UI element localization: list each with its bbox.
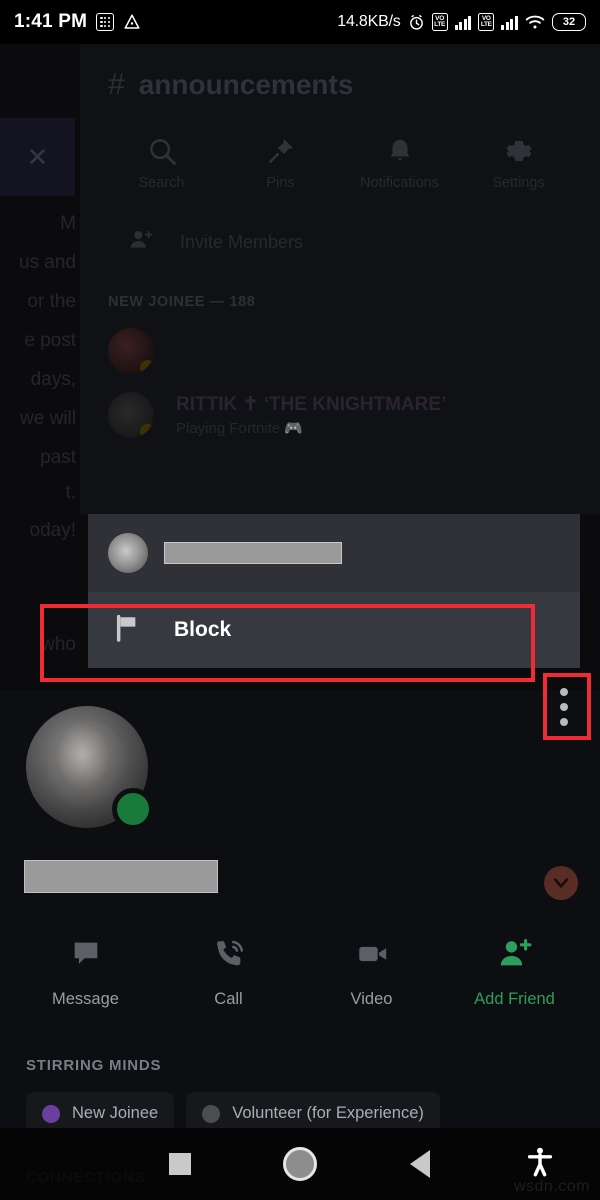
member-text: RITTIK ✝ ‘THE KNIGHTMARE’ Playing Fortni…	[176, 393, 446, 437]
channel-action-label: Settings	[492, 175, 545, 191]
pin-icon	[266, 136, 296, 166]
signal-bars-2	[501, 14, 518, 30]
signal-bars-1	[454, 14, 472, 30]
triangle-back-icon	[410, 1150, 430, 1178]
close-icon[interactable]: ✕	[27, 144, 49, 170]
role-color-dot	[42, 1104, 60, 1123]
badge-icon	[140, 360, 154, 374]
video-icon	[355, 937, 389, 976]
phone-screen: 1:41 PM 14.8KB/s VO LTE VO LTE 32 ✕ M us…	[0, 0, 600, 1200]
member-list-item[interactable]: RITTIK ✝ ‘THE KNIGHTMARE’ Playing Fortni…	[80, 392, 600, 438]
circle-icon	[283, 1147, 317, 1181]
add-person-icon	[128, 227, 154, 258]
avatar	[108, 533, 148, 573]
chevron-down-icon[interactable]	[544, 866, 578, 900]
profile-action-label: Message	[52, 990, 119, 1008]
status-bar: 1:41 PM 14.8KB/s VO LTE VO LTE 32	[0, 0, 600, 44]
watermark: wsdn.com	[513, 1178, 590, 1195]
avatar	[108, 392, 154, 438]
background-text-block-3: who	[41, 634, 76, 655]
user-profile-sheet: Message Call Video Add Friend STIRRING M…	[0, 690, 600, 1200]
context-menu-item-block[interactable]: Block	[88, 592, 580, 668]
battery-indicator: 32	[552, 13, 586, 31]
roles-section-header: STIRRING MINDS	[26, 1057, 162, 1074]
background-text-block-2: t. oday!	[29, 482, 76, 541]
members-section-header: NEW JOINEE — 188	[108, 294, 256, 310]
channel-name: announcements	[138, 69, 354, 100]
nav-accessibility-button[interactable]	[480, 1147, 600, 1182]
channel-header: # announcements	[80, 44, 600, 102]
member-subtitle: Playing Fortnite 🎮	[176, 420, 304, 437]
nav-home-button[interactable]	[240, 1147, 360, 1181]
status-bar-right: 14.8KB/s VO LTE VO LTE 32	[337, 13, 586, 31]
channel-drawer: # announcements Search Pins Notification…	[80, 44, 600, 514]
triangle-icon	[123, 13, 141, 31]
background-text-block: Mus and or the e post days, we will past	[18, 213, 76, 468]
status-badge	[112, 788, 154, 830]
gear-icon	[504, 136, 534, 166]
role-label: Volunteer (for Experience)	[232, 1104, 424, 1122]
member-name: RITTIK ✝ ‘THE KNIGHTMARE’	[176, 394, 447, 415]
username-redacted	[164, 542, 342, 564]
nav-back-button[interactable]	[360, 1150, 480, 1178]
add-friend-icon	[498, 937, 532, 976]
member-list-item[interactable]	[80, 328, 600, 374]
context-menu: Block	[88, 514, 580, 668]
profile-action-add-friend[interactable]: Add Friend	[443, 937, 586, 1009]
hash-icon: #	[108, 68, 125, 101]
wifi-icon	[525, 14, 545, 30]
channel-actions: Search Pins Notifications Settings	[80, 136, 600, 191]
profile-action-label: Add Friend	[474, 990, 555, 1008]
bell-icon	[385, 136, 415, 166]
role-label: New Joinee	[72, 1104, 159, 1122]
android-nav-bar	[0, 1128, 600, 1200]
status-time: 1:41 PM	[14, 11, 88, 32]
nav-recents-button[interactable]	[120, 1153, 240, 1175]
alarm-icon	[408, 14, 425, 31]
badge-icon	[140, 424, 154, 438]
call-icon	[212, 937, 246, 976]
profile-actions: Message Call Video Add Friend	[0, 937, 600, 1009]
volte-icon-2: VO LTE	[478, 13, 495, 31]
status-bar-left: 1:41 PM	[14, 11, 141, 33]
profile-action-label: Call	[214, 990, 243, 1008]
channel-action-label: Notifications	[360, 175, 439, 191]
message-icon	[69, 937, 103, 976]
channel-action-label: Search	[138, 175, 185, 191]
profile-action-label: Video	[350, 990, 393, 1008]
invite-members-label: Invite Members	[180, 232, 304, 252]
role-color-dot	[202, 1104, 221, 1123]
context-menu-header	[88, 514, 580, 592]
network-speed: 14.8KB/s	[337, 13, 401, 30]
grid-icon	[96, 13, 115, 31]
profile-action-message[interactable]: Message	[14, 937, 157, 1009]
channel-action-notifications[interactable]: Notifications	[340, 136, 459, 191]
channel-action-label: Pins	[266, 175, 295, 191]
accessibility-icon	[526, 1147, 554, 1182]
invite-members-row[interactable]: Invite Members	[80, 227, 600, 258]
avatar	[108, 328, 154, 374]
profile-avatar-wrap	[26, 706, 154, 830]
flag-icon	[112, 612, 144, 649]
channel-action-settings[interactable]: Settings	[459, 136, 578, 191]
channel-action-pins[interactable]: Pins	[221, 136, 340, 191]
search-icon	[147, 136, 177, 166]
more-vertical-icon[interactable]	[560, 688, 568, 726]
profile-action-call[interactable]: Call	[157, 937, 300, 1009]
background-close-panel[interactable]: ✕	[0, 118, 75, 196]
profile-username-redacted	[24, 860, 218, 893]
channel-action-search[interactable]: Search	[102, 136, 221, 191]
square-icon	[169, 1153, 191, 1175]
context-menu-item-label: Block	[174, 618, 232, 641]
profile-action-video[interactable]: Video	[300, 937, 443, 1009]
volte-icon-1: VO LTE	[431, 13, 448, 31]
